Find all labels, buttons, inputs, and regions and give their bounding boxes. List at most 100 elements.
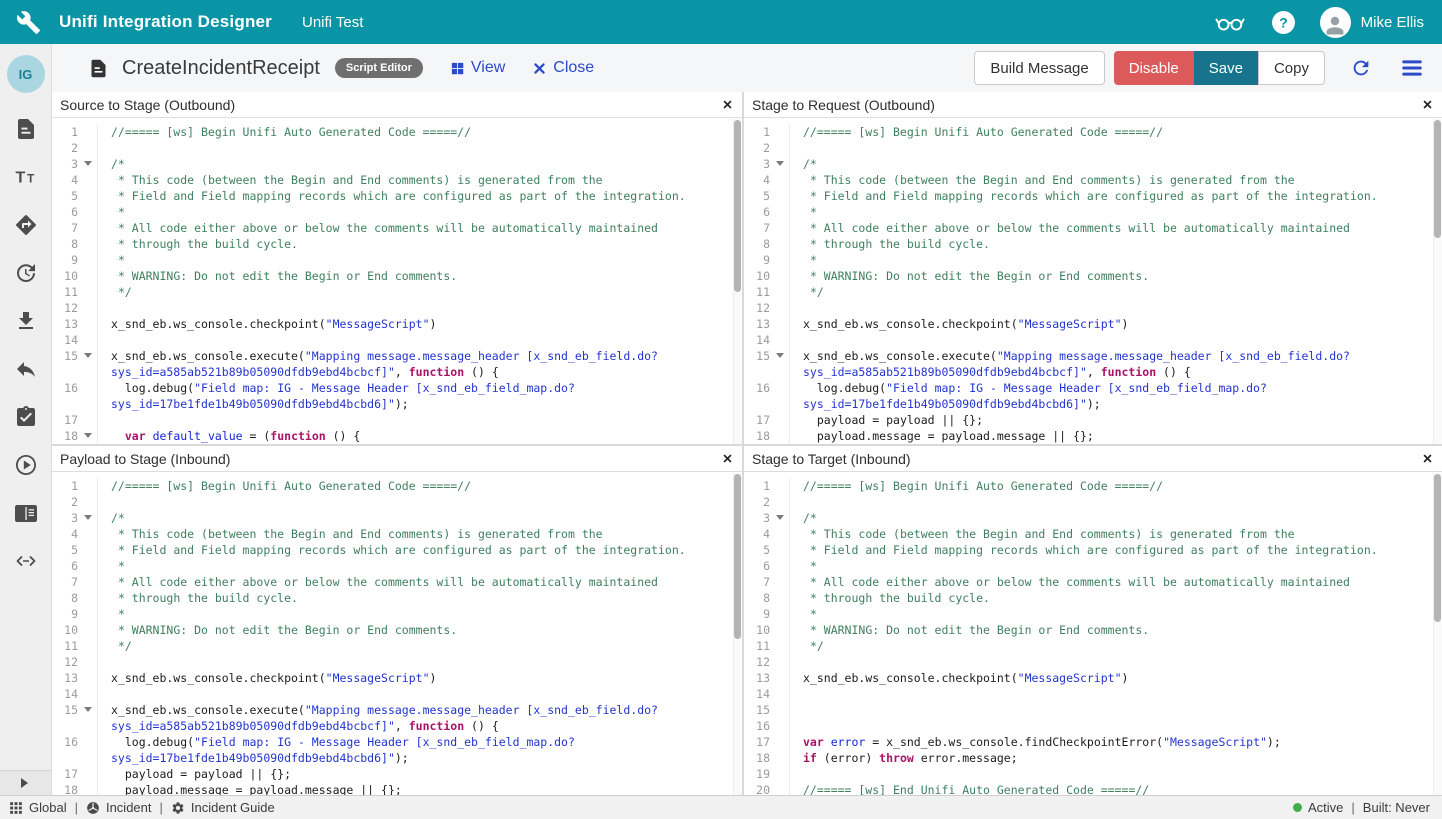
code-text: x_snd_eb.ws_console.execute("Mapping mes… — [97, 702, 742, 734]
line-number: 8 — [52, 590, 78, 606]
line-number: 4 — [52, 526, 78, 542]
line-number: 6 — [52, 204, 78, 220]
fold-arrow-icon[interactable] — [78, 428, 97, 444]
code-text — [789, 766, 1442, 782]
scrollbar-thumb[interactable] — [734, 120, 741, 292]
editor-scrollbar[interactable] — [733, 119, 742, 444]
fold-arrow-icon[interactable] — [78, 348, 97, 380]
scrollbar-thumb[interactable] — [734, 474, 741, 639]
build-message-button[interactable]: Build Message — [974, 51, 1104, 85]
code-text: * Field and Field mapping records which … — [789, 188, 1442, 204]
code-editor[interactable]: 1//===== [ws] Begin Unifi Auto Generated… — [52, 472, 742, 795]
book-icon[interactable] — [14, 501, 38, 525]
toolbar: CreateIncidentReceipt Script Editor View… — [52, 44, 1442, 92]
user-avatar[interactable] — [1320, 7, 1351, 38]
code-line: 16 log.debug("Field map: IG - Message He… — [52, 380, 742, 412]
view-link[interactable]: View — [450, 59, 505, 77]
fold-gutter — [78, 332, 97, 348]
play-circle-icon[interactable] — [14, 453, 38, 477]
scrollbar-thumb[interactable] — [1434, 474, 1441, 622]
code-line: 10 * WARNING: Do not edit the Begin or E… — [52, 622, 742, 638]
line-number: 14 — [52, 686, 78, 702]
code-text: //===== [ws] End Unifi Auto Generated Co… — [789, 782, 1442, 795]
fold-arrow-icon[interactable] — [770, 510, 789, 526]
code-line: 2 — [744, 140, 1442, 156]
code-text: * — [789, 204, 1442, 220]
history-icon[interactable] — [14, 261, 38, 285]
code-text: * Field and Field mapping records which … — [97, 542, 742, 558]
statusbar-item-incident-guide[interactable]: Incident Guide — [171, 800, 275, 815]
undo-icon[interactable] — [14, 357, 38, 381]
scrollbar-thumb[interactable] — [1434, 120, 1441, 238]
panel-close-icon[interactable] — [722, 453, 733, 464]
panel-title: Source to Stage (Outbound) — [60, 97, 235, 113]
line-number: 3 — [744, 510, 770, 526]
integration-avatar[interactable]: IG — [7, 55, 45, 93]
close-link[interactable]: Close — [532, 59, 594, 77]
user-name[interactable]: Mike Ellis — [1361, 14, 1424, 31]
task-check-icon[interactable] — [14, 405, 38, 429]
code-text: x_snd_eb.ws_console.checkpoint("MessageS… — [789, 670, 1442, 686]
line-number: 8 — [744, 590, 770, 606]
refresh-icon[interactable] — [1350, 57, 1372, 79]
line-number: 8 — [744, 236, 770, 252]
code-editor[interactable]: 1//===== [ws] Begin Unifi Auto Generated… — [744, 118, 1442, 444]
line-number: 8 — [52, 236, 78, 252]
document-icon[interactable] — [14, 117, 38, 141]
hamburger-menu-icon[interactable] — [1399, 55, 1425, 81]
editor-scrollbar[interactable] — [733, 473, 742, 795]
code-line: 16 log.debug("Field map: IG - Message He… — [52, 734, 742, 766]
panel-close-icon[interactable] — [722, 99, 733, 110]
code-icon[interactable] — [14, 549, 38, 573]
code-editor[interactable]: 1//===== [ws] Begin Unifi Auto Generated… — [52, 118, 742, 444]
fold-gutter — [78, 766, 97, 782]
code-line: 18if (error) throw error.message; — [744, 750, 1442, 766]
statusbar-item-global[interactable]: Global — [9, 800, 67, 815]
record-title: CreateIncidentReceipt — [122, 57, 320, 80]
statusbar-item-incident[interactable]: Incident — [86, 800, 152, 815]
disable-button[interactable]: Disable — [1114, 51, 1194, 85]
code-text: x_snd_eb.ws_console.checkpoint("MessageS… — [97, 670, 742, 686]
editor-scrollbar[interactable] — [1433, 119, 1442, 444]
environment-name[interactable]: Unifi Test — [302, 14, 363, 31]
panel-close-icon[interactable] — [1422, 99, 1433, 110]
fold-gutter — [78, 590, 97, 606]
line-number: 12 — [52, 300, 78, 316]
line-number: 9 — [52, 252, 78, 268]
code-line: 13x_snd_eb.ws_console.checkpoint("Messag… — [52, 670, 742, 686]
sidebar-expand-icon[interactable] — [21, 778, 28, 788]
editor-scrollbar[interactable] — [1433, 473, 1442, 795]
fold-gutter — [78, 526, 97, 542]
fold-arrow-icon[interactable] — [78, 702, 97, 734]
directions-icon[interactable] — [14, 213, 38, 237]
code-line: 11 */ — [744, 284, 1442, 300]
fold-arrow-icon[interactable] — [78, 510, 97, 526]
code-text — [97, 412, 742, 428]
line-number: 13 — [52, 316, 78, 332]
fold-gutter — [78, 300, 97, 316]
line-number: 9 — [52, 606, 78, 622]
code-text: * This code (between the Begin and End c… — [97, 526, 742, 542]
fold-gutter — [770, 750, 789, 766]
fold-arrow-icon[interactable] — [78, 156, 97, 172]
line-number: 12 — [744, 654, 770, 670]
fold-gutter — [770, 654, 789, 670]
code-line: 19 — [744, 766, 1442, 782]
save-button[interactable]: Save — [1194, 51, 1258, 85]
fold-gutter — [770, 606, 789, 622]
glasses-icon[interactable] — [1213, 9, 1247, 35]
editor-panel-stage-to-request: Stage to Request (Outbound)1//===== [ws]… — [744, 92, 1442, 444]
download-icon[interactable] — [14, 309, 38, 333]
fold-arrow-icon[interactable] — [770, 156, 789, 172]
copy-button[interactable]: Copy — [1258, 51, 1325, 85]
text-format-icon[interactable]: TT — [14, 165, 38, 189]
help-icon[interactable]: ? — [1271, 10, 1296, 35]
sidebar-icons: TT — [14, 117, 38, 573]
line-number: 15 — [744, 702, 770, 718]
code-text: log.debug("Field map: IG - Message Heade… — [97, 380, 742, 412]
code-editor[interactable]: 1//===== [ws] Begin Unifi Auto Generated… — [744, 472, 1442, 795]
panel-close-icon[interactable] — [1422, 453, 1433, 464]
fold-arrow-icon[interactable] — [770, 348, 789, 380]
fold-gutter — [78, 558, 97, 574]
close-link-label: Close — [553, 59, 594, 77]
